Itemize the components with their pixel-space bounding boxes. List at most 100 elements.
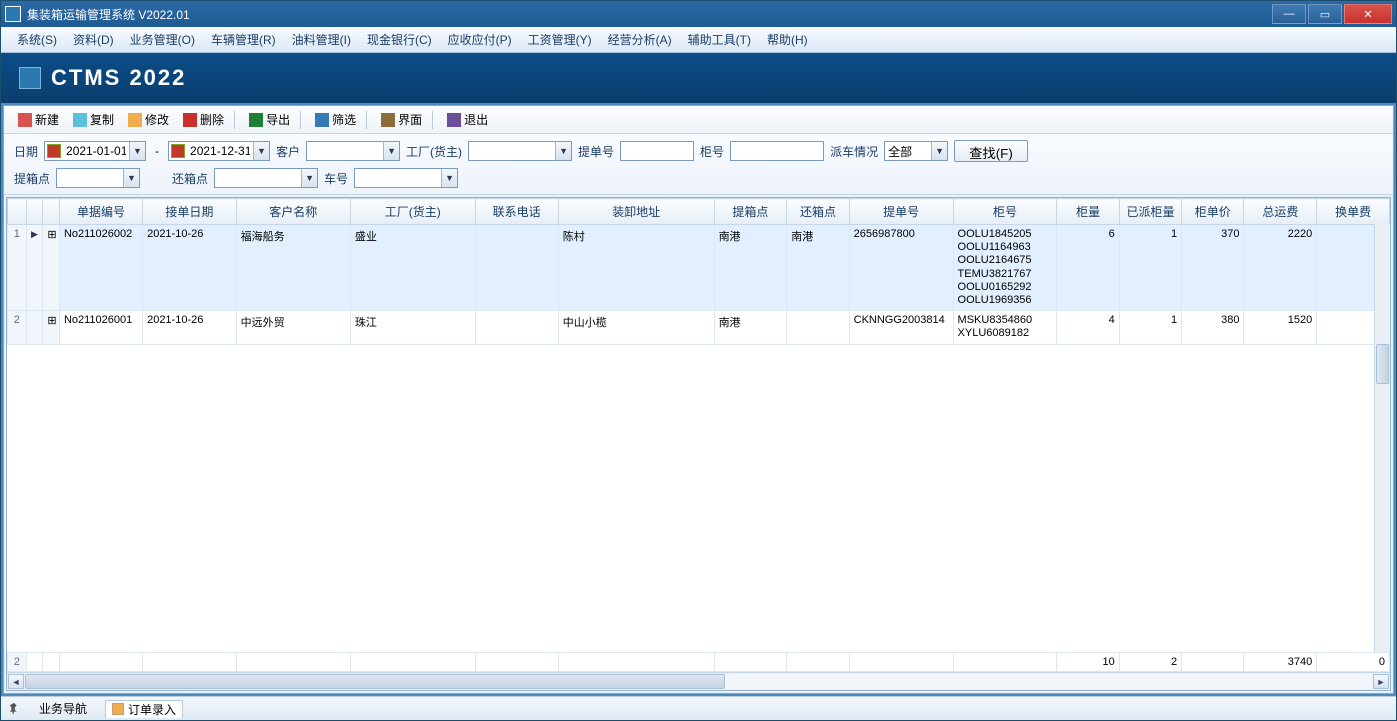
cab-input[interactable] xyxy=(731,142,823,160)
return-combo[interactable]: ▼ xyxy=(214,168,318,188)
copy-button[interactable]: 复制 xyxy=(67,109,120,130)
cell-factory: 珠江 xyxy=(350,311,475,344)
cell-factory: 盛业 xyxy=(350,225,475,311)
customer-combo[interactable]: ▼ xyxy=(306,141,400,161)
ui-button[interactable]: 界面 xyxy=(375,109,428,130)
maximize-button[interactable]: ▭ xyxy=(1308,4,1342,24)
menu-aux[interactable]: 辅助工具(T) xyxy=(680,31,759,48)
menu-system[interactable]: 系统(S) xyxy=(9,31,65,48)
edit-button[interactable]: 修改 xyxy=(122,109,175,130)
carno-label: 车号 xyxy=(324,170,348,187)
ui-icon xyxy=(381,113,395,127)
col-no[interactable]: 单据编号 xyxy=(59,199,142,225)
menu-biz[interactable]: 业务管理(O) xyxy=(122,31,203,48)
scroll-right-button[interactable]: ► xyxy=(1373,674,1389,689)
exit-label: 退出 xyxy=(464,111,488,128)
menu-analysis[interactable]: 经营分析(A) xyxy=(600,31,680,48)
col-swap[interactable]: 换单费 xyxy=(1317,199,1390,225)
pickup-combo[interactable]: ▼ xyxy=(56,168,140,188)
bill-input-wrap[interactable] xyxy=(620,141,694,161)
pickup-label: 提箱点 xyxy=(14,170,50,187)
delete-button[interactable]: 删除 xyxy=(177,109,230,130)
factory-combo[interactable]: ▼ xyxy=(468,141,572,161)
col-total[interactable]: 总运费 xyxy=(1244,199,1317,225)
date-from-input[interactable] xyxy=(63,142,129,160)
col-return[interactable]: 还箱点 xyxy=(787,199,849,225)
carno-input[interactable] xyxy=(355,169,441,187)
chevron-down-icon[interactable]: ▼ xyxy=(301,169,317,187)
menu-salary[interactable]: 工资管理(Y) xyxy=(520,31,600,48)
col-date[interactable]: 接单日期 xyxy=(143,199,237,225)
search-button[interactable]: 查找(F) xyxy=(954,140,1028,162)
chevron-down-icon[interactable]: ▼ xyxy=(123,169,139,187)
scrollbar-thumb[interactable] xyxy=(1376,344,1389,384)
expand-button[interactable]: ⊞ xyxy=(43,225,60,311)
menu-help[interactable]: 帮助(H) xyxy=(759,31,816,48)
row-selector[interactable] xyxy=(26,311,43,344)
filter-button[interactable]: 筛选 xyxy=(309,109,362,130)
col-qty[interactable]: 柜量 xyxy=(1057,199,1119,225)
table-row[interactable]: 1▶⊞No2110260022021-10-26福海船务盛业陈村南港南港2656… xyxy=(8,225,1390,311)
bill-input[interactable] xyxy=(621,142,693,160)
date-to-combo[interactable]: ▼ xyxy=(168,141,270,161)
customer-label: 客户 xyxy=(276,143,300,160)
cell-no: No211026001 xyxy=(59,311,142,344)
minimize-button[interactable]: — xyxy=(1272,4,1306,24)
col-cab[interactable]: 柜号 xyxy=(953,199,1057,225)
cell-total: 2220 xyxy=(1244,225,1317,311)
horizontal-scrollbar[interactable]: ◄ ► xyxy=(7,672,1390,690)
grid-body: 单据编号 接单日期 客户名称 工厂(货主) 联系电话 装卸地址 提箱点 还箱点 … xyxy=(7,198,1390,652)
menu-data[interactable]: 资料(D) xyxy=(65,31,122,48)
separator xyxy=(300,111,301,129)
menu-vehicle[interactable]: 车辆管理(R) xyxy=(203,31,284,48)
col-factory[interactable]: 工厂(货主) xyxy=(350,199,475,225)
col-pickup[interactable]: 提箱点 xyxy=(714,199,787,225)
col-unit[interactable]: 柜单价 xyxy=(1182,199,1244,225)
chevron-down-icon[interactable]: ▼ xyxy=(555,142,571,160)
cell-bill: 2656987800 xyxy=(849,225,953,311)
col-bill[interactable]: 提单号 xyxy=(849,199,953,225)
menu-cash[interactable]: 现金银行(C) xyxy=(359,31,440,48)
table-row[interactable]: 2⊞No2110260012021-10-26中远外贸珠江中山小榄南港CKNNG… xyxy=(8,311,1390,344)
close-button[interactable]: ✕ xyxy=(1344,4,1392,24)
row-selector[interactable]: ▶ xyxy=(26,225,43,311)
grid: 单据编号 接单日期 客户名称 工厂(货主) 联系电话 装卸地址 提箱点 还箱点 … xyxy=(6,197,1391,691)
date-from-combo[interactable]: ▼ xyxy=(44,141,146,161)
dispatch-combo[interactable]: ▼ xyxy=(884,141,948,161)
scrollbar-thumb[interactable] xyxy=(25,674,725,689)
cell-phone xyxy=(475,225,558,311)
delete-label: 删除 xyxy=(200,111,224,128)
row-index: 1 xyxy=(8,225,27,311)
cell-cab: OOLU1845205 OOLU1164963 OOLU2164675 TEMU… xyxy=(953,225,1057,311)
factory-input[interactable] xyxy=(469,142,555,160)
col-disp[interactable]: 已派柜量 xyxy=(1119,199,1181,225)
col-cust[interactable]: 客户名称 xyxy=(236,199,350,225)
scroll-left-button[interactable]: ◄ xyxy=(8,674,24,689)
ui-label: 界面 xyxy=(398,111,422,128)
chevron-down-icon[interactable]: ▼ xyxy=(253,142,269,160)
menu-oil[interactable]: 油料管理(I) xyxy=(284,31,359,48)
export-button[interactable]: 导出 xyxy=(243,109,296,130)
chevron-down-icon[interactable]: ▼ xyxy=(441,169,457,187)
chevron-down-icon[interactable]: ▼ xyxy=(383,142,399,160)
new-button[interactable]: 新建 xyxy=(12,109,65,130)
expand-button[interactable]: ⊞ xyxy=(43,311,60,344)
status-order-tab[interactable]: 订单录入 xyxy=(105,700,183,718)
chevron-down-icon[interactable]: ▼ xyxy=(931,142,947,160)
scroll-track[interactable] xyxy=(25,674,1372,689)
customer-input[interactable] xyxy=(307,142,383,160)
status-nav[interactable]: 业务导航 xyxy=(33,700,93,717)
chevron-down-icon[interactable]: ▼ xyxy=(129,142,145,160)
dispatch-input[interactable] xyxy=(885,142,931,160)
pickup-input[interactable] xyxy=(57,169,123,187)
vertical-scrollbar[interactable] xyxy=(1374,224,1390,652)
exit-button[interactable]: 退出 xyxy=(441,109,494,130)
col-phone[interactable]: 联系电话 xyxy=(475,199,558,225)
col-addr[interactable]: 装卸地址 xyxy=(558,199,714,225)
pin-icon[interactable] xyxy=(7,702,21,716)
menu-ar[interactable]: 应收应付(P) xyxy=(440,31,520,48)
return-input[interactable] xyxy=(215,169,301,187)
carno-combo[interactable]: ▼ xyxy=(354,168,458,188)
date-to-input[interactable] xyxy=(187,142,253,160)
cab-input-wrap[interactable] xyxy=(730,141,824,161)
